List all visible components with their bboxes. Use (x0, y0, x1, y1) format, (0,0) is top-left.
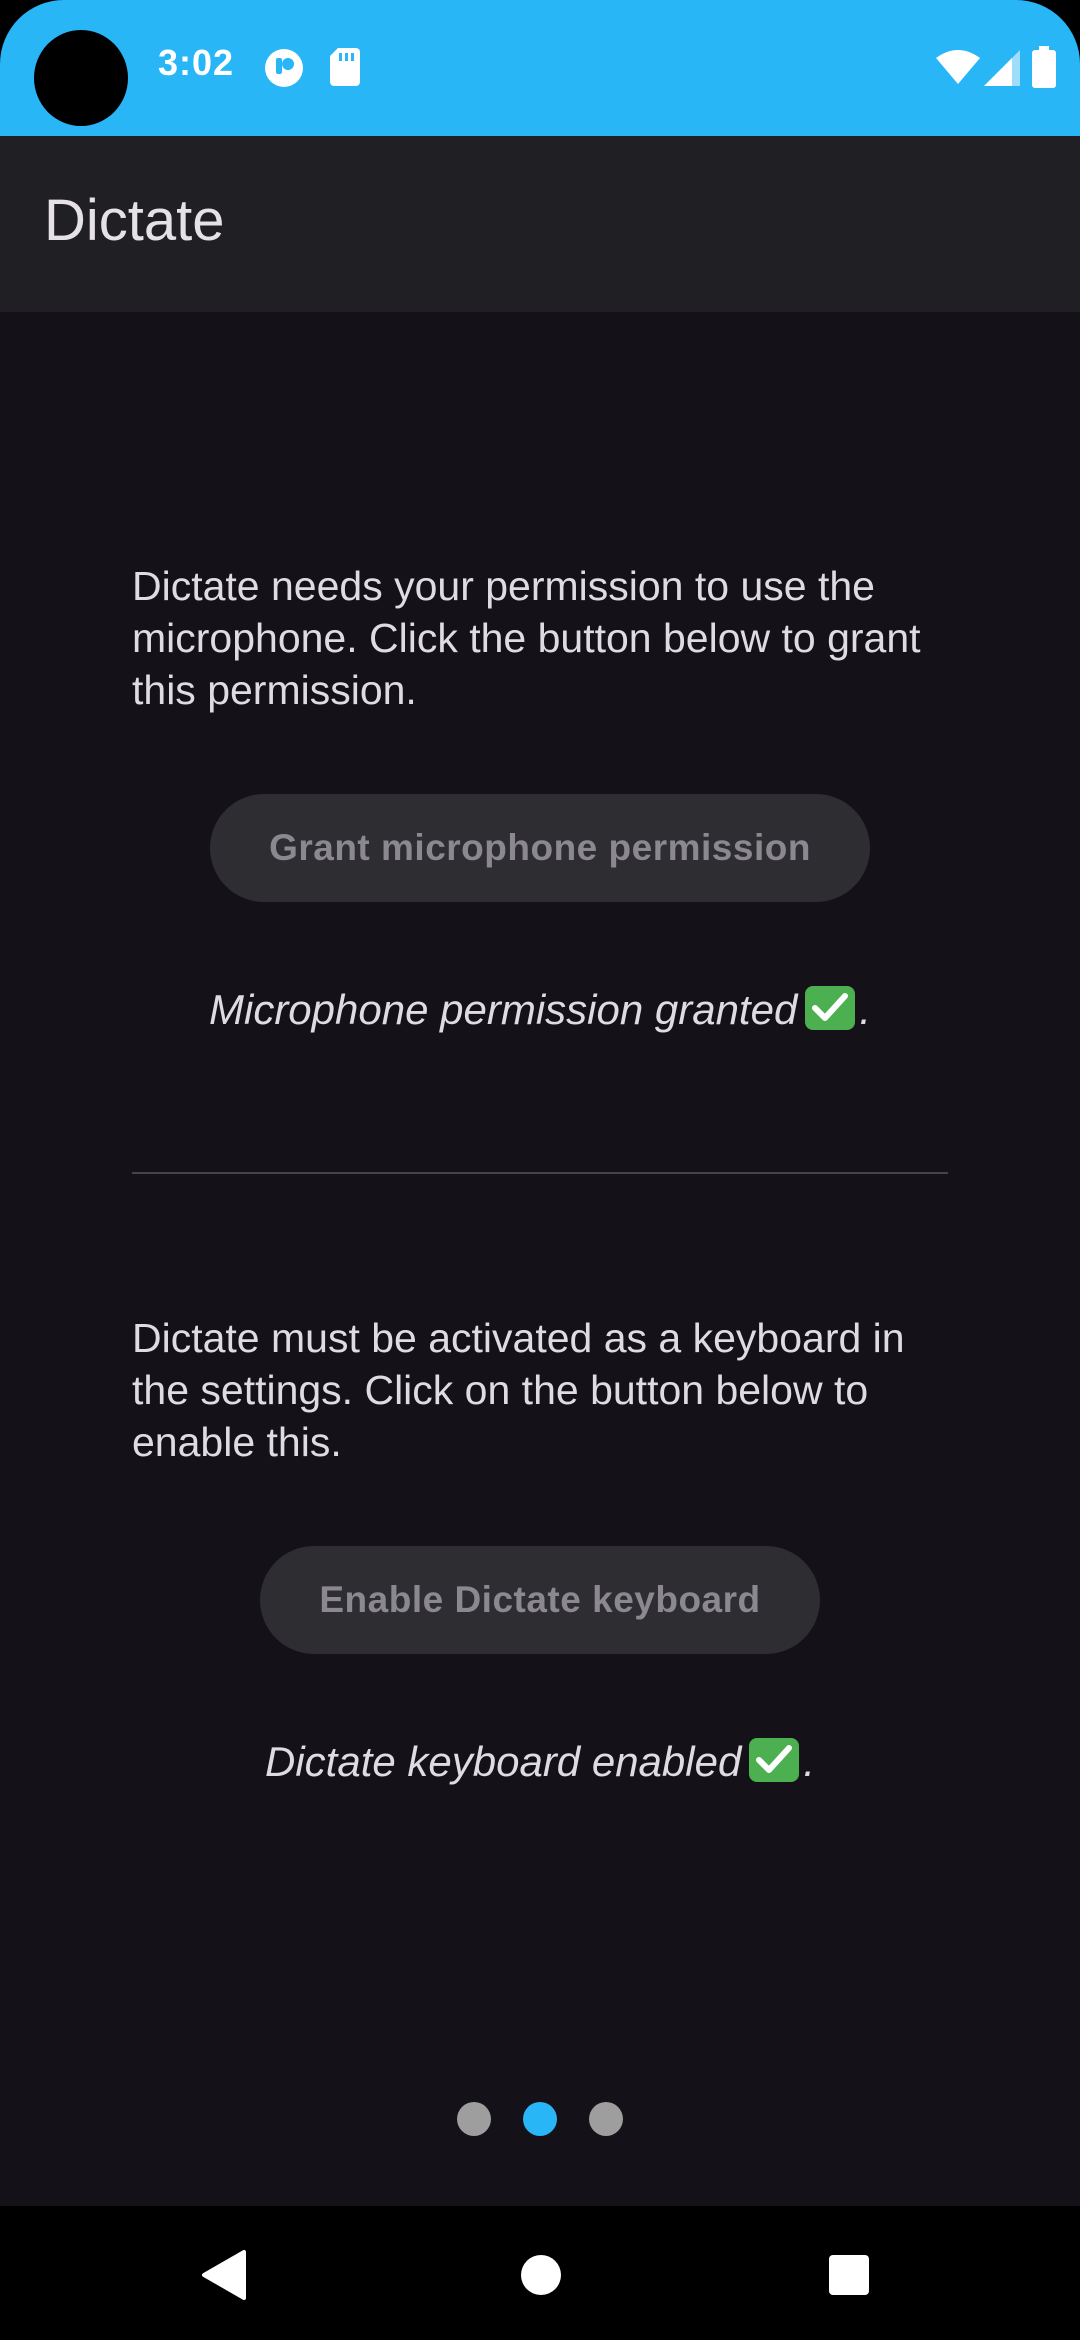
check-mark-icon (805, 986, 856, 1030)
status-time: 3:02 (158, 42, 235, 83)
onboarding-page: Dictate needs your permission to use the… (0, 312, 1080, 2206)
status-bar: 3:02 (0, 0, 1080, 136)
keyboard-status: Dictate keyboard enabled. (0, 1736, 1080, 1788)
keyboard-status-suffix: . (803, 1738, 815, 1785)
microphone-status: Microphone permission granted. (0, 984, 1080, 1036)
microphone-description: Dictate needs your permission to use the… (132, 563, 921, 713)
app-bar: Dictate (0, 136, 1080, 312)
keyboard-description: Dictate must be activated as a keyboard … (132, 1315, 905, 1465)
enable-keyboard-button[interactable]: Enable Dictate keyboard (260, 1546, 820, 1654)
check-mark-icon (749, 1738, 800, 1782)
home-icon[interactable] (520, 2254, 562, 2301)
app-title: Dictate (44, 188, 225, 253)
wifi-icon (936, 50, 980, 91)
microphone-status-suffix: . (859, 986, 871, 1033)
microphone-status-text: Microphone permission granted (209, 986, 798, 1033)
camera-cutout (34, 30, 128, 126)
page-indicator-2[interactable] (523, 2102, 557, 2136)
back-icon[interactable] (200, 2250, 248, 2305)
page-indicator-3[interactable] (589, 2102, 623, 2136)
battery-icon (1032, 46, 1056, 93)
section-divider (132, 1172, 948, 1174)
recents-icon[interactable] (828, 2254, 870, 2301)
signal-icon (984, 50, 1020, 91)
grant-microphone-button[interactable]: Grant microphone permission (210, 794, 870, 902)
keyboard-status-text: Dictate keyboard enabled (265, 1738, 742, 1785)
notification-app-icon (264, 48, 304, 93)
sd-card-icon (330, 48, 360, 91)
navigation-bar (0, 2206, 1080, 2340)
page-indicator-1[interactable] (457, 2102, 491, 2136)
